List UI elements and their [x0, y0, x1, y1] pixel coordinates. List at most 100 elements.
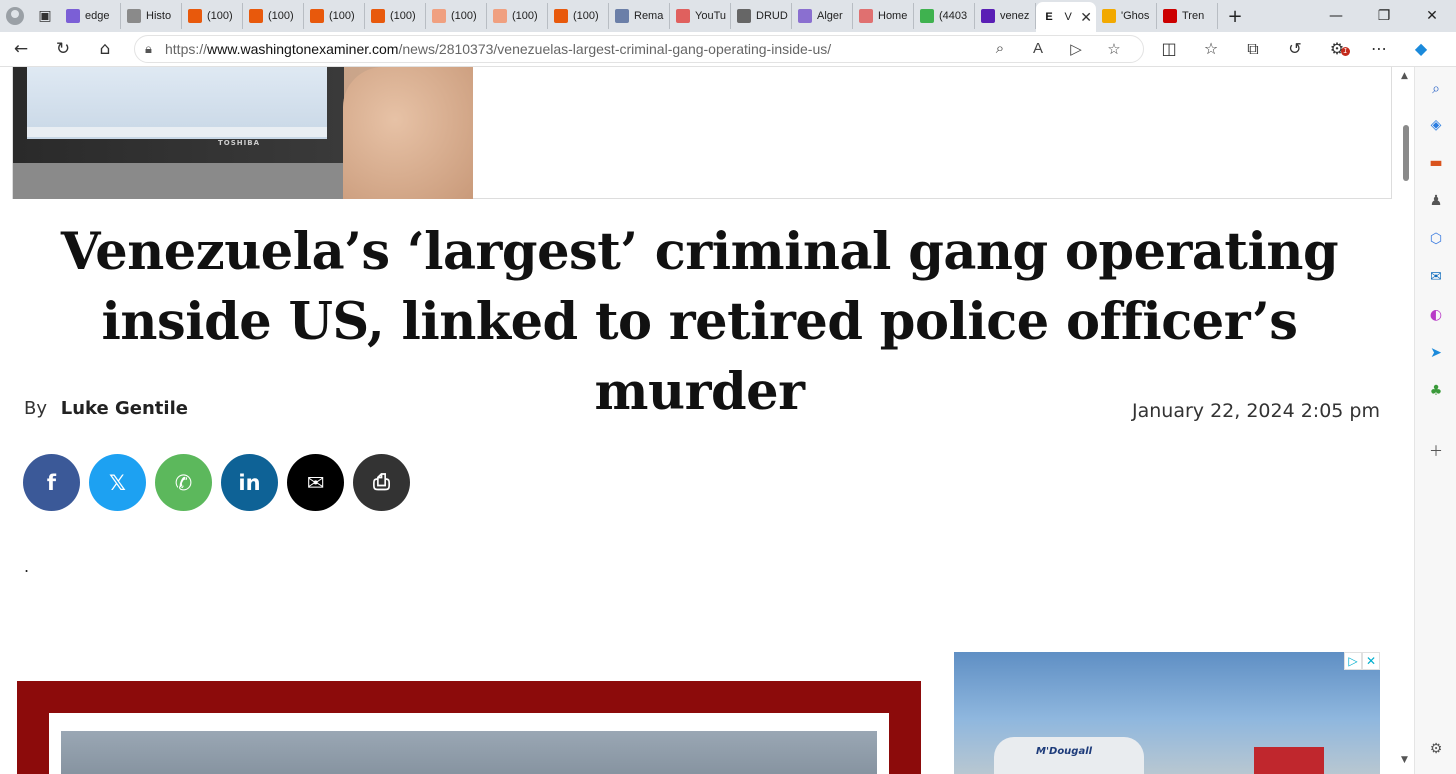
url-text[interactable]: https://www.washingtonexaminer.com/news/…: [165, 41, 981, 57]
browser-tab[interactable]: edge: [60, 3, 121, 29]
facebook-share-button[interactable]: f: [23, 454, 80, 511]
browser-tab[interactable]: (100): [426, 3, 487, 29]
restore-icon[interactable]: ❐: [1360, 0, 1408, 32]
tab-label: (100): [329, 10, 355, 22]
browser-tab[interactable]: (100): [243, 3, 304, 29]
print-icon: ⎙: [373, 470, 390, 494]
extension-badge: 1: [1341, 47, 1350, 56]
tab-label: (100): [451, 10, 477, 22]
browser-tab[interactable]: (100): [365, 3, 426, 29]
browser-tab[interactable]: Histo: [121, 3, 182, 29]
email-share-button[interactable]: ✉: [287, 454, 344, 511]
home-button[interactable]: ⌂: [84, 34, 126, 64]
window-controls: — ❐ ✕: [1312, 0, 1456, 32]
tab-actions-icon: ▣: [38, 8, 52, 24]
edge-sidebar: ⌕ ◈ ▬ ♟ ⬡ ✉ ◐ ➤ ♣ ＋ ⚙: [1414, 67, 1456, 774]
close-tab-icon[interactable]: ✕: [1080, 9, 1092, 26]
yahoo-icon: [981, 9, 995, 23]
publish-date: January 22, 2024 2:05 pm: [1132, 400, 1380, 422]
share-buttons: f 𝕏 ✆ in ✉ ⎙: [23, 454, 410, 511]
scroll-up-icon[interactable]: ▲: [1401, 71, 1408, 81]
telegram-icon[interactable]: ➤: [1426, 343, 1446, 363]
games-icon[interactable]: ♟: [1426, 191, 1446, 211]
browser-tab[interactable]: Tren: [1157, 3, 1218, 29]
shopping-tag-icon[interactable]: ◈: [1426, 115, 1446, 135]
lock-icon[interactable]: 🔒︎: [145, 41, 165, 57]
outlook-icon[interactable]: ✉: [1426, 267, 1446, 287]
tab-label: 'Ghos: [1121, 10, 1150, 22]
browser-tab[interactable]: 'Ghos: [1096, 3, 1157, 29]
tab-actions-button[interactable]: ▣: [30, 0, 60, 32]
tab-label: Home: [878, 10, 908, 22]
browser-tab[interactable]: (100): [548, 3, 609, 29]
favorites-icon[interactable]: ☆: [1190, 39, 1232, 59]
laptop-photo: TOSHIBA: [13, 67, 473, 199]
ad-truck: [1254, 747, 1324, 774]
browser-tab[interactable]: YouTu: [670, 3, 731, 29]
whatsapp-share-button[interactable]: ✆: [155, 454, 212, 511]
collections-icon[interactable]: ⧉: [1232, 39, 1274, 59]
profile-button[interactable]: [0, 0, 30, 32]
search-icon[interactable]: ⌕: [1426, 79, 1446, 99]
microsoft365-icon[interactable]: ⬡: [1426, 229, 1446, 249]
back-button[interactable]: ←: [0, 34, 42, 64]
ad-close-icon[interactable]: ✕: [1362, 652, 1380, 670]
browser-tab[interactable]: (100): [182, 3, 243, 29]
browser-tab[interactable]: DRUD: [731, 3, 792, 29]
adchoices-icon[interactable]: ▷: [1344, 652, 1362, 670]
tab-label: (100): [390, 10, 416, 22]
minimize-icon[interactable]: —: [1312, 0, 1360, 32]
tab-label: (100): [512, 10, 538, 22]
page-scrollbar[interactable]: ▲ ▼: [1399, 67, 1413, 774]
url-scheme: https://: [165, 41, 208, 57]
more-menu-icon[interactable]: ⋯: [1358, 39, 1400, 59]
browser-tab-active[interactable]: E V ✕: [1036, 2, 1096, 32]
print-share-button[interactable]: ⎙: [353, 454, 410, 511]
browser-tab[interactable]: (100): [487, 3, 548, 29]
tab-label: DRUD: [756, 10, 788, 22]
browser-tab[interactable]: Rema: [609, 3, 670, 29]
cnn-icon: [1163, 9, 1177, 23]
browser-tab[interactable]: Home: [853, 3, 914, 29]
author-link[interactable]: Luke Gentile: [61, 398, 188, 419]
add-sidebar-icon[interactable]: ＋: [1426, 441, 1446, 461]
browser-tab[interactable]: venez: [975, 3, 1036, 29]
facebook-icon: f: [46, 470, 57, 495]
zoom-icon[interactable]: ⌕: [981, 40, 1019, 58]
laptop-taskbar: [27, 127, 327, 137]
figure-photo: [61, 731, 877, 774]
browser-tab[interactable]: (4403: [914, 3, 975, 29]
scroll-thumb[interactable]: [1403, 125, 1409, 181]
new-tab-button[interactable]: +: [1218, 6, 1252, 27]
email-icon: ✉: [306, 470, 325, 495]
browser-tab[interactable]: Alger: [792, 3, 853, 29]
scroll-down-icon[interactable]: ▼: [1401, 755, 1408, 765]
split-screen-icon[interactable]: ◫: [1148, 39, 1190, 59]
reader-icon: [554, 9, 568, 23]
tree-icon[interactable]: ♣: [1426, 381, 1446, 401]
sidebar-settings-icon[interactable]: ⚙: [1426, 739, 1446, 759]
favorite-star-icon[interactable]: ☆: [1095, 40, 1133, 58]
hero-image: TOSHIBA: [12, 67, 1392, 199]
read-aloud-icon[interactable]: A: [1019, 40, 1057, 58]
browser-tab[interactable]: (100): [304, 3, 365, 29]
linkedin-share-button[interactable]: in: [221, 454, 278, 511]
tab-label: YouTu: [695, 10, 726, 22]
address-bar[interactable]: 🔒︎ https://www.washingtonexaminer.com/ne…: [134, 35, 1144, 63]
x-share-button[interactable]: 𝕏: [89, 454, 146, 511]
close-window-icon[interactable]: ✕: [1408, 0, 1456, 32]
extensions-icon[interactable]: ⚙ 1: [1316, 39, 1358, 59]
reader-icon: [249, 9, 263, 23]
history-icon[interactable]: ↺: [1274, 39, 1316, 59]
youtube-icon: [676, 9, 690, 23]
byline: By Luke Gentile: [24, 398, 188, 419]
copilot-icon[interactable]: ◆: [1400, 39, 1442, 59]
url-path: /news/2810373/venezuelas-largest-crimina…: [398, 41, 832, 57]
refresh-button[interactable]: ↻: [42, 34, 84, 64]
tools-icon[interactable]: ▬: [1426, 153, 1446, 173]
home-icon: [859, 9, 873, 23]
designer-icon[interactable]: ◐: [1426, 305, 1446, 325]
advertisement[interactable]: M'Dougall ▷ ✕: [954, 652, 1380, 774]
tab-label: Tren: [1182, 10, 1205, 22]
immersive-reader-icon[interactable]: ▷: [1057, 40, 1095, 58]
